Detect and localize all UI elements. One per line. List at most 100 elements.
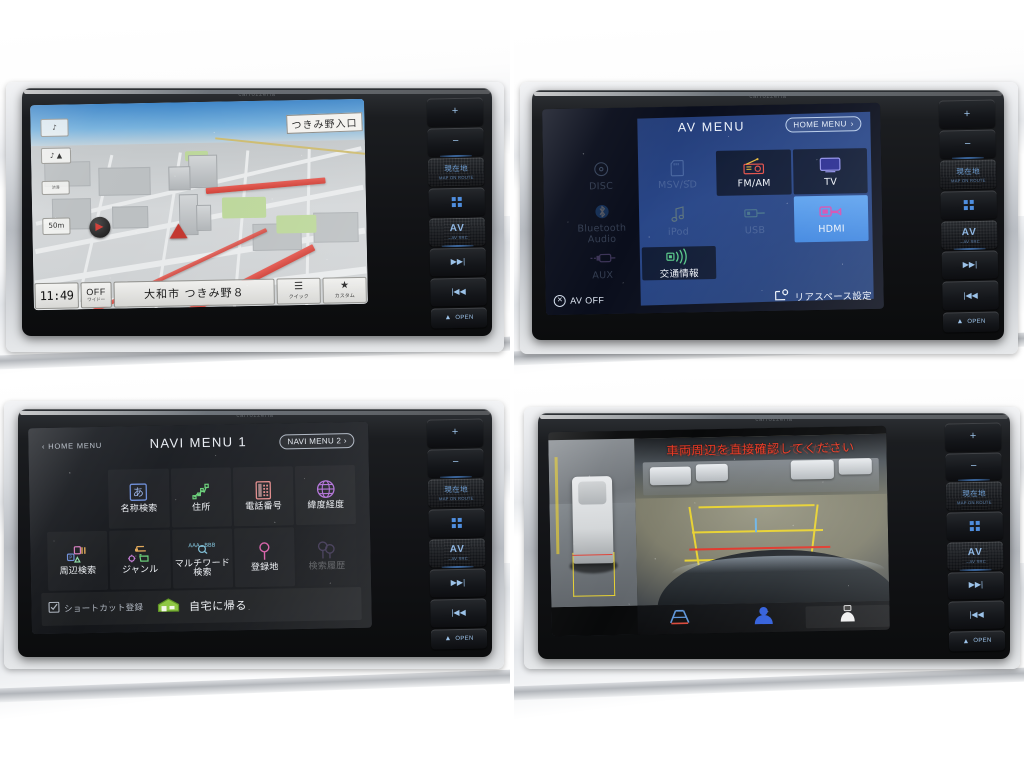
navi-item-saved-places[interactable]: 登録地 — [234, 527, 295, 587]
av-source-tv[interactable]: TV — [792, 148, 869, 195]
map-scale-button[interactable]: 50m — [42, 217, 71, 235]
eject-open-key[interactable]: ▲ OPEN — [942, 311, 1000, 333]
wide-mode-label: ワイドー — [87, 297, 106, 304]
current-location-key[interactable]: 現在地 MAP ON ROUTE — [427, 157, 485, 187]
volume-up-key[interactable]: + — [944, 422, 1002, 452]
av-sub: →AV SRC — [446, 235, 468, 241]
track-prev-key[interactable]: |◀◀ — [942, 280, 999, 311]
av-off-label: AV OFF — [570, 294, 605, 306]
navi-menu-screen[interactable]: ‹ HOME MENU NAVI MENU 1 NAVI MENU 2 › あ — [28, 421, 372, 635]
av-source-usb[interactable]: USB — [717, 197, 792, 244]
av-menu-screen[interactable]: AV MENU HOME MENU › DISC MSV/SD FM/AM TV… — [542, 102, 884, 316]
navi-item-phone-number[interactable]: 電話番号 — [233, 466, 294, 526]
menu-key[interactable] — [946, 511, 1004, 541]
navi-item-search-history[interactable]: 検索履歴 — [296, 526, 357, 586]
track-next-key[interactable]: ▶▶| — [429, 568, 487, 598]
screenshot-collage: carrozzeria つきみ野入口 ♪ ♪ ▲ 渋滞 50m 11:49 OF… — [0, 0, 1024, 768]
quick-menu-button[interactable]: ☰ クイック — [276, 277, 321, 305]
navi-item-name-search[interactable]: あ 名称検索 — [108, 469, 169, 529]
av-key[interactable]: AV →AV SRC — [941, 220, 998, 251]
volume-up-key[interactable]: + — [426, 97, 484, 127]
av-source-hdmi[interactable]: HDMI — [793, 195, 870, 243]
menu-key[interactable] — [428, 508, 486, 538]
top-view-icon — [837, 605, 857, 628]
track-next-key[interactable]: ▶▶| — [947, 571, 1005, 600]
av-source-msv-sd[interactable]: MSV/SD — [640, 151, 715, 198]
current-location-key[interactable]: 現在地 MAP ON ROUTE — [939, 159, 997, 190]
kana-a-icon: あ — [129, 483, 148, 502]
av-menu-content: AV MENU HOME MENU › DISC MSV/SD FM/AM TV… — [542, 103, 884, 315]
av-sub: →AV SRC — [964, 559, 986, 565]
menu-key[interactable] — [940, 190, 998, 220]
person-rear-icon — [752, 606, 776, 629]
map-overlay-button-traffic[interactable]: ♪ — [40, 118, 69, 138]
camera-control-bar — [637, 601, 890, 635]
navi-item-genre-search[interactable]: ジャンル — [109, 530, 170, 590]
track-next-key[interactable]: ▶▶| — [429, 247, 487, 277]
volume-down-key[interactable]: − — [427, 127, 484, 158]
current-location-key[interactable]: 現在地 MAP ON ROUTE — [427, 478, 485, 508]
map-screen[interactable]: つきみ野入口 ♪ ♪ ▲ 渋滞 50m 11:49 OFF ワイドー 大和市 つ… — [30, 98, 368, 311]
navi-item-label: 周辺検索 — [59, 565, 97, 577]
overlay-icon-traffic: ♪ — [52, 124, 57, 133]
camera-top-view-button[interactable] — [805, 604, 890, 629]
eject-open-key[interactable]: ▲ OPEN — [430, 307, 488, 329]
head-unit: carrozzeria AV MENU HOME MENU › DISC MSV… — [532, 90, 1004, 340]
map-bottom-bar: 11:49 OFF ワイドー 大和市 つきみ野８ ☰ クイック ★ カスタム — [33, 276, 367, 310]
av-key[interactable]: AV →AV SRC — [429, 217, 486, 248]
next-track-icon: ▶▶| — [450, 577, 466, 588]
navi-menu-2-button[interactable]: NAVI MENU 2 › — [279, 433, 355, 450]
track-prev-key[interactable]: |◀◀ — [948, 600, 1005, 630]
map-compass[interactable] — [88, 216, 111, 238]
camera-screen[interactable]: 車両周辺を直接確認してください 車両周辺を直接確認してください — [548, 425, 890, 637]
av-source-traffic-info[interactable]: 交通情報 — [641, 245, 717, 281]
multiword-icon: AAA BBB — [187, 538, 217, 558]
volume-up-key[interactable]: + — [938, 99, 996, 129]
av-source-ipod[interactable]: iPod — [641, 198, 716, 245]
hard-key-column: + − 現在地 MAP ON ROUTE AV →AV SRC ▶▶| |◀◀ … — [426, 97, 488, 329]
camera-rear-view-button[interactable] — [722, 606, 806, 631]
camera-canvas: 車両周辺を直接確認してください 車両周辺を直接確認してください — [548, 425, 890, 637]
track-prev-key[interactable]: |◀◀ — [430, 598, 487, 628]
minus-icon: − — [452, 456, 459, 469]
eject-open-key[interactable]: ▲ OPEN — [948, 630, 1006, 652]
navi-item-address-search[interactable]: 住所 — [170, 468, 231, 528]
custom-menu-button[interactable]: ★ カスタム — [322, 276, 367, 304]
navi-item-multiword-search[interactable]: AAA BBB マルチワード検索 — [172, 528, 233, 588]
volume-down-key[interactable]: − — [427, 448, 484, 479]
navi-item-lat-long[interactable]: 緯度経度 — [295, 465, 356, 525]
volume-up-key[interactable]: + — [426, 418, 484, 448]
go-home-button[interactable]: 自宅に帰る — [42, 594, 362, 618]
map-block — [112, 205, 148, 229]
current-location-key[interactable]: 現在地 MAP ON ROUTE — [945, 481, 1003, 511]
navi-item-nearby-search[interactable]: P 周辺検索 — [47, 531, 108, 591]
home-menu-button[interactable]: HOME MENU › — [785, 116, 862, 133]
wide-mode-button[interactable]: OFF ワイドー — [80, 281, 113, 309]
av-source-disc[interactable]: DISC — [563, 153, 638, 200]
volume-down-key[interactable]: − — [939, 129, 996, 160]
map-canvas[interactable]: つきみ野入口 ♪ ♪ ▲ 渋滞 50m 11:49 OFF ワイドー 大和市 つ… — [30, 98, 368, 311]
av-source-fm-am[interactable]: FM/AM — [716, 149, 792, 197]
av-off-button[interactable]: ✕ AV OFF — [554, 294, 604, 307]
plus-icon: + — [451, 105, 459, 118]
plus-icon: + — [969, 430, 977, 443]
map-overlay-button-audio[interactable]: ♪ ▲ — [40, 147, 72, 165]
brand-logo: carrozzeria — [755, 417, 793, 423]
av-key[interactable]: AV →AV SRC — [429, 538, 486, 569]
map-green-area — [222, 197, 267, 219]
av-source-aux[interactable]: AUX — [565, 247, 640, 282]
menu-key[interactable] — [428, 187, 486, 217]
av-source-bluetooth-audio[interactable]: Bluetooth Audio — [564, 200, 639, 247]
eject-open-key[interactable]: ▲ OPEN — [430, 628, 488, 650]
minus-icon: − — [452, 135, 459, 148]
camera-guideline-button[interactable] — [638, 608, 722, 631]
guideline-far — [698, 503, 815, 509]
rear-space-settings-button[interactable]: リアスペース設定 — [774, 287, 872, 305]
track-next-key[interactable]: ▶▶| — [941, 250, 999, 280]
volume-down-key[interactable]: − — [945, 452, 1002, 482]
globe-icon — [316, 479, 335, 498]
panel-av-menu: carrozzeria AV MENU HOME MENU › DISC MSV… — [514, 30, 1024, 375]
track-prev-key[interactable]: |◀◀ — [430, 277, 487, 307]
av-key[interactable]: AV →AV SRC — [947, 541, 1004, 571]
map-overlay-button-jam[interactable]: 渋滞 — [41, 180, 70, 195]
